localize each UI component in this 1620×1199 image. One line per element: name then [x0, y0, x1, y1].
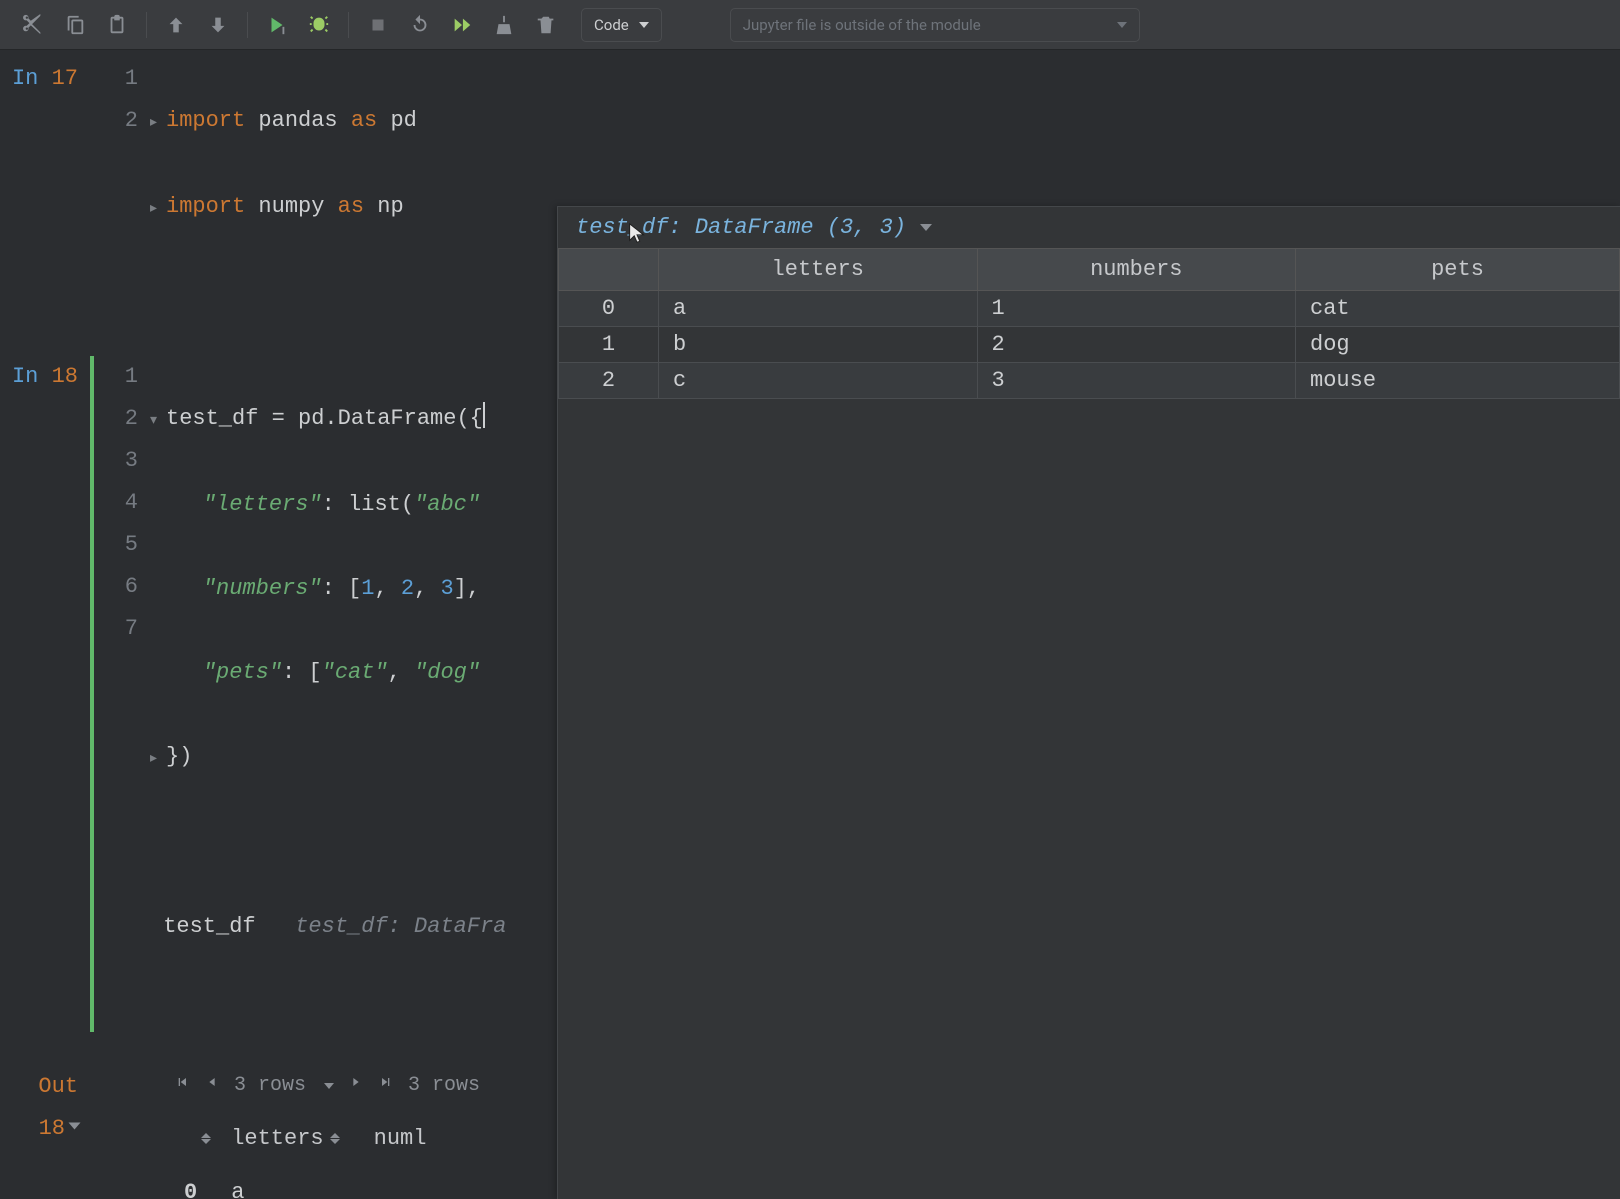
copy-icon[interactable] [56, 6, 94, 44]
chevron-down-icon [324, 1083, 334, 1089]
run-cell-icon[interactable] [258, 6, 296, 44]
rows-total: 3 rows [408, 1065, 480, 1107]
table-row: 2c3mouse [559, 363, 1620, 399]
first-page-icon[interactable] [174, 1065, 190, 1107]
table-pager: 3 rows 3 rows [174, 1066, 480, 1106]
prev-page-icon[interactable] [204, 1065, 220, 1107]
popup-table: letters numbers pets 0a1cat 1b2dog 2c3mo… [558, 248, 1620, 399]
cell-prompt: In 17 [0, 58, 90, 314]
cut-icon[interactable] [14, 6, 52, 44]
toolbar: Code Jupyter file is outside of the modu… [0, 0, 1620, 50]
delete-icon[interactable] [527, 6, 565, 44]
chevron-down-icon [639, 22, 649, 28]
chevron-down-icon[interactable] [69, 1123, 81, 1130]
module-status-dropdown[interactable]: Jupyter file is outside of the module [730, 8, 1140, 42]
stop-icon[interactable] [359, 6, 397, 44]
debug-icon[interactable] [300, 6, 338, 44]
separator [348, 12, 349, 38]
table-row: 1b2dog [559, 327, 1620, 363]
cell-type-dropdown[interactable]: Code [581, 8, 662, 42]
column-header[interactable]: letters [659, 249, 978, 291]
sort-icon[interactable] [330, 1133, 340, 1144]
clean-icon[interactable] [485, 6, 523, 44]
output-table: letters numl 0a 1b 2c [174, 1112, 450, 1199]
module-status-label: Jupyter file is outside of the module [743, 16, 981, 34]
gutter: 1 2 [90, 58, 148, 314]
move-down-icon[interactable] [199, 6, 237, 44]
column-header[interactable]: numl [364, 1112, 451, 1166]
code-body[interactable]: ▸import pandas as pd ▸import numpy as np [148, 58, 417, 314]
run-all-icon[interactable] [443, 6, 481, 44]
paste-icon[interactable] [98, 6, 136, 44]
code-body[interactable]: ▾test_df = pd.DataFrame({ "letters": lis… [148, 356, 506, 1032]
gutter: 1 2 3 4 5 6 7 [90, 356, 148, 1032]
cell-prompt: In 18 [0, 356, 90, 1032]
chevron-down-icon [920, 224, 932, 231]
table-row: 0a1cat [559, 291, 1620, 327]
cell-prompt: Out 18 [0, 1066, 90, 1199]
table-row: 0a [174, 1166, 450, 1199]
column-header[interactable]: letters [221, 1112, 363, 1166]
sort-icon[interactable] [201, 1133, 211, 1144]
dataframe-popup: test_df: DataFrame (3, 3) letters number… [557, 206, 1620, 1199]
column-header[interactable]: numbers [977, 249, 1296, 291]
column-header[interactable]: pets [1296, 249, 1620, 291]
separator [146, 12, 147, 38]
restart-icon[interactable] [401, 6, 439, 44]
table-header-row: letters numl [174, 1112, 450, 1166]
next-page-icon[interactable] [348, 1065, 364, 1107]
popup-title[interactable]: test_df: DataFrame (3, 3) [558, 207, 1620, 248]
rows-label[interactable]: 3 rows [234, 1065, 306, 1107]
move-up-icon[interactable] [157, 6, 195, 44]
chevron-down-icon [1117, 22, 1127, 28]
table-header-row: letters numbers pets [559, 249, 1620, 291]
separator [247, 12, 248, 38]
last-page-icon[interactable] [378, 1065, 394, 1107]
cell-type-label: Code [594, 16, 629, 34]
